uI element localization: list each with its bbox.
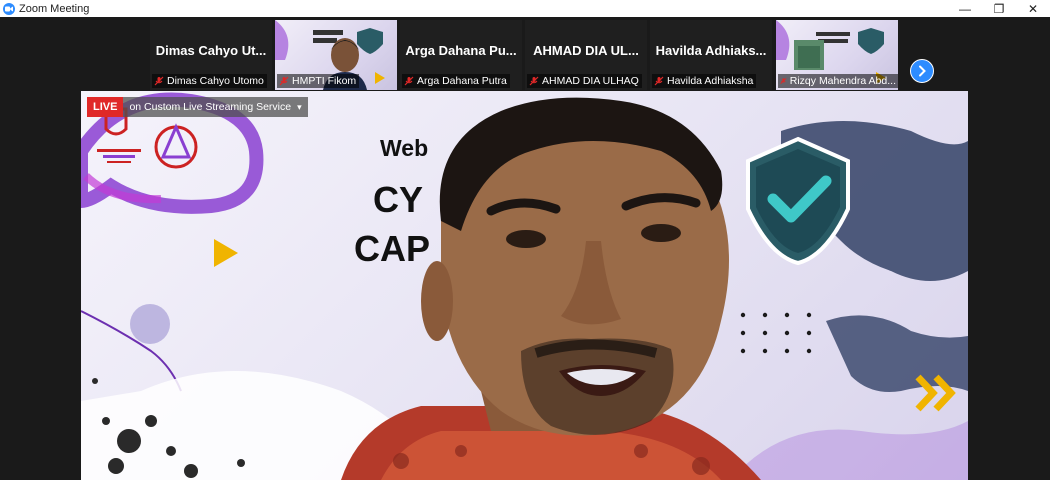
mic-muted-icon	[780, 78, 787, 84]
mic-muted-icon	[654, 76, 664, 86]
next-page-button[interactable]	[910, 59, 934, 83]
title-bar: Zoom Meeting — ❐ ✕	[0, 0, 1050, 17]
participant-label: Havilda Adhiaksha	[652, 74, 757, 88]
participant-tile[interactable]: Dimas Cahyo Ut... Dimas Cahyo Utomo	[150, 20, 272, 90]
participant-label: Dimas Cahyo Utomo	[152, 74, 267, 88]
participant-strip: Dimas Cahyo Ut... Dimas Cahyo Utomo HMPT…	[0, 17, 1050, 91]
participant-label-text: Rizqy Mahendra Abd...	[789, 75, 896, 87]
participant-label: Arga Dahana Putra	[402, 74, 510, 88]
close-button[interactable]: ✕	[1016, 0, 1050, 17]
zoom-icon	[3, 2, 15, 15]
window-title: Zoom Meeting	[19, 2, 90, 15]
participant-tile[interactable]: Havilda Adhiaks... Havilda Adhiaksha	[650, 20, 772, 90]
participant-label: Rizqy Mahendra Abd...	[778, 74, 898, 88]
mic-muted-icon	[529, 76, 539, 86]
university-logo	[89, 145, 149, 172]
mic-muted-icon	[154, 76, 164, 86]
live-service-dropdown[interactable]: on Custom Live Streaming Service ▾	[123, 97, 308, 117]
active-speaker-video[interactable]: Web CY CAP LIVE on Custom Live Streaming…	[81, 91, 968, 480]
participant-tile[interactable]: Arga Dahana Pu... Arga Dahana Putra	[400, 20, 522, 90]
mic-muted-icon	[279, 76, 289, 86]
participant-name: Arga Dahana Pu...	[405, 43, 517, 58]
participant-label-text: AHMAD DIA ULHAQ	[542, 75, 639, 87]
chevron-right-icon	[919, 65, 926, 77]
participant-tile[interactable]: AHMAD DIA UL... AHMAD DIA ULHAQ	[525, 20, 647, 90]
participant-label: HMPTI Fikom	[277, 74, 360, 88]
speaker-video	[341, 97, 761, 480]
participant-name: Havilda Adhiaks...	[655, 43, 767, 58]
mic-muted-icon	[404, 76, 414, 86]
participant-label-text: Arga Dahana Putra	[417, 75, 507, 87]
minimize-button[interactable]: —	[948, 0, 982, 17]
live-badge: LIVE	[87, 97, 124, 117]
participant-tile[interactable]: Rizqy Mahendra Abd...	[776, 20, 898, 90]
participant-name: AHMAD DIA UL...	[533, 43, 639, 58]
participant-tile[interactable]: HMPTI Fikom	[275, 20, 397, 90]
live-stream-indicator[interactable]: LIVE on Custom Live Streaming Service ▾	[87, 97, 308, 117]
participant-label-text: Dimas Cahyo Utomo	[167, 75, 264, 87]
restore-button[interactable]: ❐	[982, 0, 1016, 17]
participant-name: Dimas Cahyo Ut...	[155, 43, 267, 58]
chevron-down-icon: ▾	[297, 101, 302, 112]
live-service-label: on Custom Live Streaming Service	[129, 101, 292, 113]
participant-label-text: Havilda Adhiaksha	[667, 75, 754, 87]
participant-label-text: HMPTI Fikom	[292, 75, 357, 87]
participant-label: AHMAD DIA ULHAQ	[527, 74, 642, 88]
